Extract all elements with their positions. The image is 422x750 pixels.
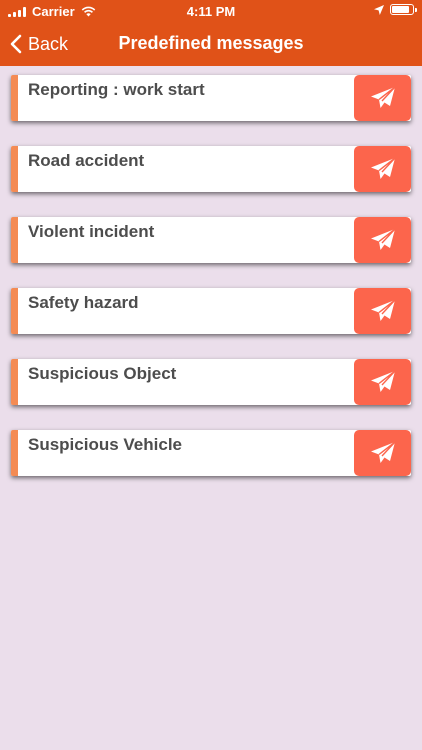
location-arrow-icon bbox=[374, 4, 384, 15]
paper-plane-icon bbox=[370, 86, 396, 108]
paper-plane-icon bbox=[370, 228, 396, 250]
row-accent bbox=[11, 75, 18, 121]
row-accent bbox=[11, 359, 18, 405]
message-label: Safety hazard bbox=[28, 293, 139, 312]
message-label: Violent incident bbox=[28, 222, 155, 241]
send-button[interactable] bbox=[354, 75, 411, 121]
row-accent bbox=[11, 146, 18, 192]
message-label: Suspicious Object bbox=[28, 364, 177, 383]
paper-plane-icon bbox=[370, 441, 396, 463]
status-bar: Carrier 4:11 PM bbox=[0, 0, 422, 22]
status-right bbox=[374, 4, 417, 15]
battery-icon bbox=[390, 4, 417, 15]
list-item[interactable]: Suspicious Object bbox=[11, 359, 411, 405]
status-time: 4:11 PM bbox=[186, 4, 236, 19]
page-title: Predefined messages bbox=[118, 33, 304, 53]
paper-plane-icon bbox=[370, 370, 396, 392]
send-button[interactable] bbox=[354, 217, 411, 263]
paper-plane-icon bbox=[370, 157, 396, 179]
nav-bar: Back Predefined messages bbox=[0, 22, 422, 66]
send-button[interactable] bbox=[354, 430, 411, 476]
message-label: Suspicious Vehicle bbox=[28, 435, 183, 454]
row-accent bbox=[11, 288, 18, 334]
paper-plane-icon bbox=[370, 299, 396, 321]
app-header: Carrier 4:11 PM Back Predefined messages bbox=[0, 0, 422, 66]
list-item[interactable]: Road accident bbox=[11, 146, 411, 192]
list-item[interactable]: Violent incident bbox=[11, 217, 411, 263]
send-button[interactable] bbox=[354, 359, 411, 405]
list-item[interactable]: Suspicious Vehicle bbox=[11, 430, 411, 476]
send-button[interactable] bbox=[354, 288, 411, 334]
row-accent bbox=[11, 217, 18, 263]
list-item[interactable]: Reporting : work start bbox=[11, 75, 411, 121]
row-accent bbox=[11, 430, 18, 476]
send-button[interactable] bbox=[354, 146, 411, 192]
message-label: Road accident bbox=[28, 151, 145, 170]
list-item[interactable]: Safety hazard bbox=[11, 288, 411, 334]
message-label: Reporting : work start bbox=[28, 80, 205, 99]
